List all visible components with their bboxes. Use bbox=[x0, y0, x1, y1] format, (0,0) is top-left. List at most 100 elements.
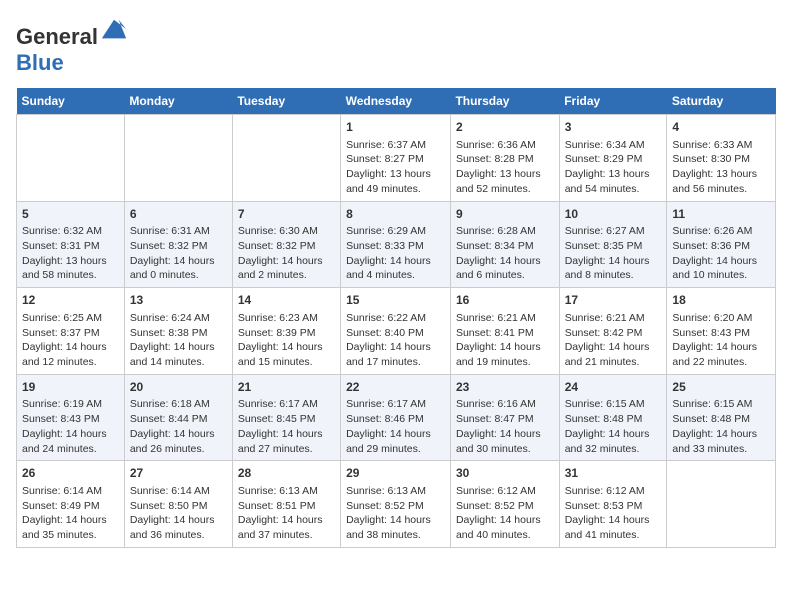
day-number: 14 bbox=[238, 292, 335, 309]
calendar-cell-18: 18 Sunrise: 6:20 AMSunset: 8:43 PMDayligh… bbox=[667, 288, 776, 375]
day-number: 27 bbox=[130, 465, 227, 482]
day-number: 1 bbox=[346, 119, 445, 136]
header-saturday: Saturday bbox=[667, 88, 776, 115]
day-number: 20 bbox=[130, 379, 227, 396]
cell-content: Sunrise: 6:13 AMSunset: 8:52 PMDaylight:… bbox=[346, 484, 445, 543]
day-number: 22 bbox=[346, 379, 445, 396]
cell-content: Sunrise: 6:22 AMSunset: 8:40 PMDaylight:… bbox=[346, 311, 445, 370]
calendar-table: SundayMondayTuesdayWednesdayThursdayFrid… bbox=[16, 88, 776, 548]
cell-content: Sunrise: 6:17 AMSunset: 8:45 PMDaylight:… bbox=[238, 397, 335, 456]
cell-content: Sunrise: 6:23 AMSunset: 8:39 PMDaylight:… bbox=[238, 311, 335, 370]
day-number: 26 bbox=[22, 465, 119, 482]
calendar-cell-27: 27Sunrise: 6:14 AMSunset: 8:50 PMDayligh… bbox=[124, 461, 232, 548]
calendar-cell-13: 13 Sunrise: 6:24 AMSunset: 8:38 PMDayligh… bbox=[124, 288, 232, 375]
calendar-cell-8: 8Sunrise: 6:29 AMSunset: 8:33 PMDaylight… bbox=[341, 201, 451, 288]
cell-content: Sunrise: 6:30 AMSunset: 8:32 PMDaylight:… bbox=[238, 224, 335, 283]
logo-text: General Blue bbox=[16, 16, 128, 76]
cell-content: Sunrise: 6:24 AMSunset: 8:38 PMDaylight:… bbox=[130, 311, 227, 370]
calendar-cell-11: 11Sunrise: 6:26 AMSunset: 8:36 PMDayligh… bbox=[667, 201, 776, 288]
calendar-cell-5: 5Sunrise: 6:32 AMSunset: 8:31 PMDaylight… bbox=[17, 201, 125, 288]
cell-content: Sunrise: 6:31 AMSunset: 8:32 PMDaylight:… bbox=[130, 224, 227, 283]
cell-content: Sunrise: 6:26 AMSunset: 8:36 PMDaylight:… bbox=[672, 224, 770, 283]
cell-content: Sunrise: 6:29 AMSunset: 8:33 PMDaylight:… bbox=[346, 224, 445, 283]
header-sunday: Sunday bbox=[17, 88, 125, 115]
calendar-cell-empty bbox=[124, 115, 232, 202]
cell-content: Sunrise: 6:20 AMSunset: 8:43 PMDaylight:… bbox=[672, 311, 770, 370]
cell-content: Sunrise: 6:21 AMSunset: 8:41 PMDaylight:… bbox=[456, 311, 554, 370]
cell-content: Sunrise: 6:16 AMSunset: 8:47 PMDaylight:… bbox=[456, 397, 554, 456]
calendar-cell-14: 14 Sunrise: 6:23 AMSunset: 8:39 PMDayligh… bbox=[232, 288, 340, 375]
cell-content: Sunrise: 6:15 AMSunset: 8:48 PMDaylight:… bbox=[672, 397, 770, 456]
calendar-cell-31: 31 Sunrise: 6:12 AMSunset: 8:53 PMDayligh… bbox=[559, 461, 667, 548]
calendar-cell-25: 25Sunrise: 6:15 AMSunset: 8:48 PMDayligh… bbox=[667, 374, 776, 461]
calendar-cell-empty bbox=[667, 461, 776, 548]
calendar-cell-21: 21Sunrise: 6:17 AMSunset: 8:45 PMDayligh… bbox=[232, 374, 340, 461]
calendar-cell-4: 4Sunrise: 6:33 AMSunset: 8:30 PMDaylight… bbox=[667, 115, 776, 202]
day-number: 3 bbox=[565, 119, 662, 136]
day-number: 21 bbox=[238, 379, 335, 396]
day-number: 7 bbox=[238, 206, 335, 223]
logo-general: General bbox=[16, 24, 98, 49]
calendar-cell-20: 20Sunrise: 6:18 AMSunset: 8:44 PMDayligh… bbox=[124, 374, 232, 461]
calendar-cell-9: 9Sunrise: 6:28 AMSunset: 8:34 PMDaylight… bbox=[450, 201, 559, 288]
calendar-cell-17: 17 Sunrise: 6:21 AMSunset: 8:42 PMDayligh… bbox=[559, 288, 667, 375]
day-number: 28 bbox=[238, 465, 335, 482]
day-number: 12 bbox=[22, 292, 119, 309]
day-number: 19 bbox=[22, 379, 119, 396]
day-number: 13 bbox=[130, 292, 227, 309]
calendar-cell-empty bbox=[232, 115, 340, 202]
day-number: 2 bbox=[456, 119, 554, 136]
day-number: 16 bbox=[456, 292, 554, 309]
calendar-cell-16: 16 Sunrise: 6:21 AMSunset: 8:41 PMDayligh… bbox=[450, 288, 559, 375]
cell-content: Sunrise: 6:19 AMSunset: 8:43 PMDaylight:… bbox=[22, 397, 119, 456]
day-number: 6 bbox=[130, 206, 227, 223]
cell-content: Sunrise: 6:12 AMSunset: 8:53 PMDaylight:… bbox=[565, 484, 662, 543]
cell-content: Sunrise: 6:21 AMSunset: 8:42 PMDaylight:… bbox=[565, 311, 662, 370]
calendar-cell-3: 3Sunrise: 6:34 AMSunset: 8:29 PMDaylight… bbox=[559, 115, 667, 202]
day-number: 30 bbox=[456, 465, 554, 482]
calendar-cell-1: 1Sunrise: 6:37 AMSunset: 8:27 PMDaylight… bbox=[341, 115, 451, 202]
page-header: General Blue bbox=[16, 16, 776, 76]
day-number: 24 bbox=[565, 379, 662, 396]
calendar-week-4: 19Sunrise: 6:19 AMSunset: 8:43 PMDayligh… bbox=[17, 374, 776, 461]
logo-blue: Blue bbox=[16, 50, 64, 75]
logo: General Blue bbox=[16, 16, 128, 76]
cell-content: Sunrise: 6:14 AMSunset: 8:49 PMDaylight:… bbox=[22, 484, 119, 543]
calendar-cell-15: 15 Sunrise: 6:22 AMSunset: 8:40 PMDayligh… bbox=[341, 288, 451, 375]
header-wednesday: Wednesday bbox=[341, 88, 451, 115]
calendar-cell-26: 26 Sunrise: 6:14 AMSunset: 8:49 PMDayligh… bbox=[17, 461, 125, 548]
day-number: 10 bbox=[565, 206, 662, 223]
cell-content: Sunrise: 6:15 AMSunset: 8:48 PMDaylight:… bbox=[565, 397, 662, 456]
calendar-cell-28: 28Sunrise: 6:13 AMSunset: 8:51 PMDayligh… bbox=[232, 461, 340, 548]
calendar-cell-7: 7Sunrise: 6:30 AMSunset: 8:32 PMDaylight… bbox=[232, 201, 340, 288]
header-friday: Friday bbox=[559, 88, 667, 115]
day-number: 8 bbox=[346, 206, 445, 223]
calendar-cell-22: 22Sunrise: 6:17 AMSunset: 8:46 PMDayligh… bbox=[341, 374, 451, 461]
day-number: 9 bbox=[456, 206, 554, 223]
calendar-cell-6: 6Sunrise: 6:31 AMSunset: 8:32 PMDaylight… bbox=[124, 201, 232, 288]
cell-content: Sunrise: 6:18 AMSunset: 8:44 PMDaylight:… bbox=[130, 397, 227, 456]
day-number: 17 bbox=[565, 292, 662, 309]
cell-content: Sunrise: 6:17 AMSunset: 8:46 PMDaylight:… bbox=[346, 397, 445, 456]
cell-content: Sunrise: 6:33 AMSunset: 8:30 PMDaylight:… bbox=[672, 138, 770, 197]
calendar-cell-2: 2 Sunrise: 6:36 AMSunset: 8:28 PMDaylight… bbox=[450, 115, 559, 202]
calendar-header-row: SundayMondayTuesdayWednesdayThursdayFrid… bbox=[17, 88, 776, 115]
day-number: 11 bbox=[672, 206, 770, 223]
calendar-cell-23: 23Sunrise: 6:16 AMSunset: 8:47 PMDayligh… bbox=[450, 374, 559, 461]
day-number: 5 bbox=[22, 206, 119, 223]
cell-content: Sunrise: 6:25 AMSunset: 8:37 PMDaylight:… bbox=[22, 311, 119, 370]
cell-content: Sunrise: 6:28 AMSunset: 8:34 PMDaylight:… bbox=[456, 224, 554, 283]
cell-content: Sunrise: 6:27 AMSunset: 8:35 PMDaylight:… bbox=[565, 224, 662, 283]
cell-content: Sunrise: 6:36 AMSunset: 8:28 PMDaylight:… bbox=[456, 138, 554, 197]
calendar-cell-30: 30 Sunrise: 6:12 AMSunset: 8:52 PMDayligh… bbox=[450, 461, 559, 548]
day-number: 15 bbox=[346, 292, 445, 309]
day-number: 18 bbox=[672, 292, 770, 309]
calendar-week-3: 12 Sunrise: 6:25 AMSunset: 8:37 PMDayligh… bbox=[17, 288, 776, 375]
day-number: 31 bbox=[565, 465, 662, 482]
day-number: 23 bbox=[456, 379, 554, 396]
header-tuesday: Tuesday bbox=[232, 88, 340, 115]
cell-content: Sunrise: 6:12 AMSunset: 8:52 PMDaylight:… bbox=[456, 484, 554, 543]
calendar-cell-24: 24Sunrise: 6:15 AMSunset: 8:48 PMDayligh… bbox=[559, 374, 667, 461]
calendar-week-2: 5Sunrise: 6:32 AMSunset: 8:31 PMDaylight… bbox=[17, 201, 776, 288]
calendar-cell-empty bbox=[17, 115, 125, 202]
